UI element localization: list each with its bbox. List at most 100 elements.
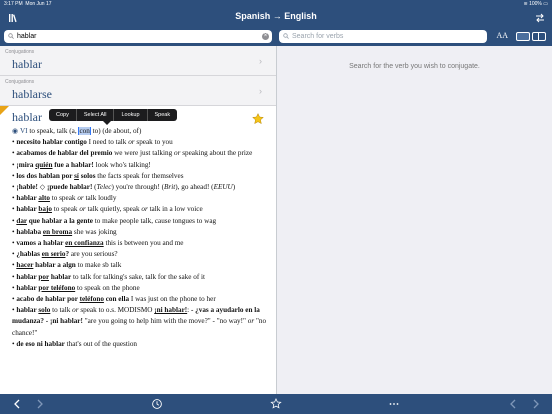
back-icon[interactable] [11, 398, 23, 410]
example-text: ) [232, 183, 236, 192]
selected-text[interactable]: con [78, 127, 91, 135]
example-item: • hablar por hablar to talk for talking'… [12, 272, 267, 283]
example-text: we were just talking [112, 149, 174, 158]
conjugation-item[interactable]: Conjugations hablarse › [0, 76, 276, 106]
example-text: con ella [103, 295, 130, 304]
example-link[interactable]: solo [38, 306, 50, 314]
example-link[interactable]: en confianza [65, 239, 104, 247]
example-text: hablar [16, 194, 39, 203]
example-item: • ¡mira quién fue a hablar! look who's t… [12, 160, 267, 171]
copy-menu-item[interactable]: Copy [49, 109, 77, 121]
example-text: vamos a hablar [16, 239, 66, 248]
definition-text: to speak, talk (a, [27, 127, 79, 135]
example-text: fue a hablar! [52, 160, 94, 169]
example-text: que hablar a la gente [26, 216, 93, 225]
example-link[interactable]: en broma [43, 228, 72, 236]
verb-back-icon[interactable] [507, 398, 519, 410]
example-text: to talk [50, 306, 73, 315]
example-text: to speak on the phone [75, 283, 140, 292]
verb-search-input[interactable]: Search for verbs [279, 30, 487, 43]
conjugation-item[interactable]: Conjugations hablar › [0, 46, 276, 76]
definition-line: ◉ VI to speak, talk (a, con to) (de abou… [12, 126, 267, 137]
history-icon[interactable] [151, 398, 163, 410]
example-text: talk loudly [83, 194, 117, 203]
favorite-star-icon[interactable] [252, 113, 264, 125]
entry-headword: hablar [12, 110, 42, 124]
speaker-icon[interactable]: ◉ [12, 127, 18, 135]
bottom-toolbar [0, 394, 552, 414]
examples-list: • necesito hablar contigo I need to talk… [12, 137, 267, 350]
bookmark-corner-icon [0, 106, 9, 115]
verb-forward-icon[interactable] [530, 398, 542, 410]
example-text: hablar [16, 283, 39, 292]
text-size-button[interactable]: AA [496, 31, 508, 40]
nav-bar: Spanish → English [0, 8, 552, 28]
more-icon[interactable] [388, 398, 400, 410]
example-text: hablar [49, 272, 72, 281]
conjugation-hint: Search for the verb you wish to conjugat… [349, 63, 480, 70]
conjugation-label: Conjugations [5, 79, 35, 85]
example-text: hablar [16, 306, 39, 315]
example-link[interactable]: hacer [16, 261, 33, 269]
single-pane-view-button[interactable] [516, 32, 530, 41]
example-text: ), go ahead! ( [175, 183, 214, 192]
wifi-icon: ≋ [523, 1, 528, 7]
example-text: I was just on the phone to her [129, 295, 216, 304]
example-text: hablaba [16, 227, 43, 236]
example-text: Telec [96, 183, 112, 192]
example-item: • hablar alto to speak or talk loudly [12, 193, 267, 204]
example-text: to make people talk, cause tongues to wa… [92, 216, 217, 225]
split-view-button[interactable] [532, 32, 546, 41]
swap-language-icon[interactable] [535, 13, 545, 23]
example-text: hablar a algn [33, 261, 76, 270]
example-text: talk in a low voice [147, 205, 203, 214]
example-item: • hablaba en broma she was joking [12, 227, 267, 238]
dictionary-search-input[interactable]: hablar × [4, 30, 272, 43]
example-link[interactable]: dar [16, 217, 27, 225]
example-link[interactable]: quién [35, 161, 52, 169]
example-link[interactable]: por [38, 273, 49, 281]
example-text: that's out of the question [64, 339, 138, 348]
example-text: "are you going to help him with the move… [82, 317, 248, 326]
conjugation-label: Conjugations [5, 49, 35, 55]
dictionary-pane: Conjugations hablar › Conjugations habla… [0, 46, 276, 394]
part-of-speech: VI [19, 127, 28, 135]
example-text: to talk for talking's sake, talk for the… [71, 272, 206, 281]
example-text: speak to you [134, 138, 173, 147]
example-text: I need to talk [86, 138, 129, 147]
example-link[interactable]: alto [38, 194, 50, 202]
search-toolbar: hablar × Search for verbs AA [0, 28, 552, 46]
select-all-menu-item[interactable]: Select All [77, 109, 115, 121]
example-text: to speak [49, 194, 78, 203]
favorites-icon[interactable] [270, 398, 282, 410]
example-text: ¡mira [16, 160, 36, 169]
definition-text: to) (de about, of) [90, 127, 142, 135]
entry-body: ◉ VI to speak, talk (a, con to) (de abou… [12, 126, 267, 350]
example-text: hablar [16, 205, 39, 214]
verb-search-placeholder: Search for verbs [292, 33, 344, 40]
speak-menu-item[interactable]: Speak [148, 109, 178, 121]
example-item: • ¿hablas en serio? are you serious? [12, 249, 267, 260]
example-text: ) you're through! ( [111, 183, 165, 192]
chevron-right-icon: › [259, 86, 262, 96]
example-link[interactable]: por teléfono [38, 284, 75, 292]
text-context-menu: Copy Select All Lookup Speak [49, 109, 178, 125]
example-item: • necesito hablar contigo I need to talk… [12, 137, 267, 148]
example-text: are you serious? [69, 250, 118, 259]
example-text: ◇ [37, 183, 48, 192]
status-time: 3:17 PM Mon Jun 17 [4, 1, 52, 7]
example-item: • hacer hablar a algn to make sb talk [12, 260, 267, 271]
example-link[interactable]: ¡ni hablar! [154, 306, 187, 314]
status-bar: 3:17 PM Mon Jun 17 ≋ 100% ▭ [0, 0, 552, 8]
example-text: necesito hablar contigo [16, 138, 87, 147]
example-link[interactable]: bajo [38, 205, 52, 213]
example-text: acabo de hablar por [16, 295, 80, 304]
example-item: • hablar bajo to speak or talk quietly, … [12, 204, 267, 215]
example-text: talk quietly, speak [85, 205, 142, 214]
forward-icon[interactable] [34, 398, 46, 410]
example-link[interactable]: en serio [42, 250, 66, 258]
lookup-menu-item[interactable]: Lookup [114, 109, 148, 121]
clear-search-button[interactable]: × [262, 33, 269, 40]
example-link[interactable]: teléfono [80, 295, 104, 303]
example-text: ¡hable! [16, 183, 38, 192]
